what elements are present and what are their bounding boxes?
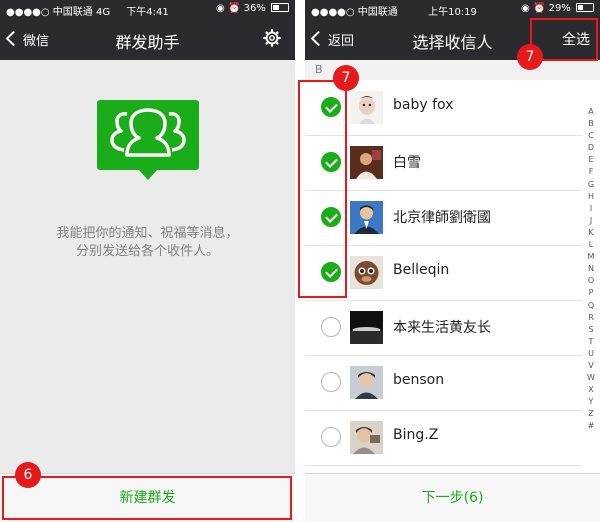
- battery-percent: ◉ ⏰ 29%: [521, 3, 571, 14]
- nav-bar: 微信 群发助手: [0, 18, 295, 60]
- index-letter[interactable]: E: [586, 154, 596, 166]
- contact-name: 本来生活黄友长: [393, 320, 491, 336]
- index-letter[interactable]: #: [586, 420, 596, 432]
- contact-name: 白雪: [393, 155, 421, 171]
- index-letter[interactable]: G: [586, 179, 596, 191]
- avatar: [350, 256, 383, 289]
- contact-row[interactable]: benson: [305, 355, 582, 411]
- battery-percent: ◉ ⏰ 36%: [216, 3, 266, 14]
- index-letter[interactable]: W: [586, 372, 596, 384]
- index-letter[interactable]: S: [586, 324, 596, 336]
- avatar: [350, 146, 383, 179]
- index-letter[interactable]: O: [586, 275, 596, 287]
- avatar: [350, 421, 383, 454]
- alphabet-index[interactable]: A B C D E F G H I J K L M N O P Q R S T U V W X Y Z #: [586, 106, 596, 433]
- status-right: ◉ ⏰ 29%: [521, 3, 594, 14]
- hint-line-2: 分别发送给各个收件人。: [75, 244, 219, 259]
- hint-text: 我能把你的通知、祝福等消息， 分别发送给各个收件人。: [0, 225, 295, 261]
- contact-name: benson: [393, 372, 445, 388]
- status-bar: ●●●●○ 中国联通 上午10:19 ◉ ⏰ 29%: [305, 0, 600, 18]
- avatar: [350, 366, 383, 399]
- battery-icon: [576, 3, 594, 12]
- checkbox[interactable]: [321, 317, 341, 337]
- contact-name: Belleqin: [393, 262, 450, 278]
- annotation-box-checkboxes: [298, 80, 347, 298]
- annotation-badge-7: 7: [333, 65, 359, 91]
- hint-line-1: 我能把你的通知、祝福等消息，: [56, 226, 239, 241]
- index-letter[interactable]: A: [586, 106, 596, 118]
- checkbox[interactable]: [321, 427, 341, 447]
- left-phone-screen: ●●●●○ 中国联通 4G 下午4:41 ◉ ⏰ 36% 微信 群发助手 我能把…: [0, 0, 295, 522]
- group-chat-icon: [97, 100, 199, 180]
- checkbox[interactable]: [321, 372, 341, 392]
- index-letter[interactable]: F: [586, 166, 596, 178]
- annotation-box-new-broadcast: [2, 476, 292, 520]
- annotation-badge-7: 7: [517, 44, 543, 70]
- annotation-badge-6: 6: [15, 462, 41, 488]
- status-right: ◉ ⏰ 36%: [216, 3, 289, 14]
- battery-icon: [271, 3, 289, 12]
- contact-row[interactable]: Bing.Z: [305, 410, 582, 466]
- index-letter[interactable]: X: [586, 384, 596, 396]
- battery-level: [273, 5, 279, 10]
- contact-row[interactable]: 本来生活黄友长: [305, 300, 582, 356]
- index-letter[interactable]: H: [586, 191, 596, 203]
- page-title: 群发助手: [115, 33, 180, 52]
- index-letter[interactable]: N: [586, 263, 596, 275]
- avatar: [350, 91, 383, 124]
- avatar: [350, 311, 383, 344]
- index-letter[interactable]: T: [586, 336, 596, 348]
- contact-name: Bing.Z: [393, 427, 439, 443]
- contact-name: baby fox: [393, 97, 454, 113]
- battery-level: [578, 5, 583, 10]
- index-letter[interactable]: V: [586, 360, 596, 372]
- index-letter[interactable]: M: [586, 251, 596, 263]
- index-letter[interactable]: D: [586, 142, 596, 154]
- index-letter[interactable]: K: [586, 227, 596, 239]
- gear-icon[interactable]: [263, 29, 281, 47]
- index-letter[interactable]: J: [586, 215, 596, 227]
- index-letter[interactable]: Y: [586, 396, 596, 408]
- index-letter[interactable]: B: [586, 118, 596, 130]
- contact-name: 北京律師劉衛國: [393, 210, 491, 226]
- index-letter[interactable]: L: [586, 239, 596, 251]
- avatar: [350, 201, 383, 234]
- status-bar: ●●●●○ 中国联通 4G 下午4:41 ◉ ⏰ 36%: [0, 0, 295, 18]
- index-letter[interactable]: R: [586, 312, 596, 324]
- next-step-button[interactable]: 下一步(6): [305, 473, 600, 522]
- index-letter[interactable]: U: [586, 348, 596, 360]
- index-letter[interactable]: Z: [586, 408, 596, 420]
- index-letter[interactable]: I: [586, 203, 596, 215]
- index-letter[interactable]: C: [586, 130, 596, 142]
- index-letter[interactable]: P: [586, 287, 596, 299]
- index-letter[interactable]: Q: [586, 300, 596, 312]
